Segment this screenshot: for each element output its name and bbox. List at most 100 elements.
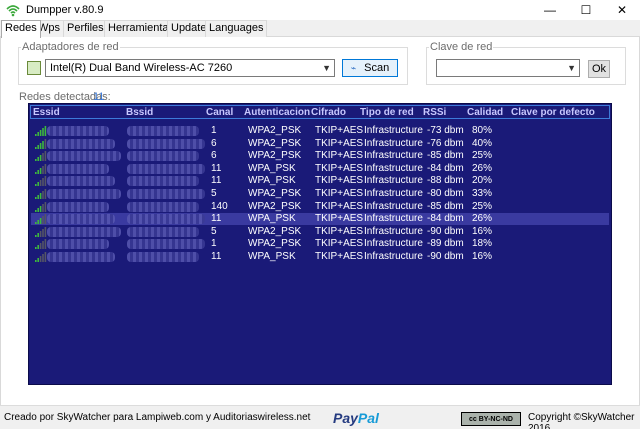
wifi-app-icon (6, 5, 20, 17)
col-calidad[interactable]: Calidad (467, 107, 503, 118)
cell-cifrado: TKIP+AES (315, 188, 364, 199)
cell-rssi: -84 dbm (427, 162, 464, 174)
signal-bar (42, 128, 44, 136)
signal-bar (39, 230, 42, 237)
col-bssid[interactable]: Bssid (126, 107, 153, 118)
network-row[interactable]: 6 WPA2_PSK TKIP+AES Infrastructure -76 dbm 40… (31, 138, 609, 150)
bssid-redacted (127, 252, 199, 262)
cell-calidad: 25% (472, 200, 493, 212)
bssid-redacted (127, 201, 199, 212)
bssid-redacted (127, 189, 205, 199)
signal-bar (42, 178, 44, 187)
cell-calidad: 26% (472, 162, 493, 174)
tab-strip: Redes Wps Perfiles Herramientas Update L… (0, 20, 640, 38)
signal-strength-icon (35, 239, 47, 250)
col-clave[interactable]: Clave por defecto (511, 107, 595, 118)
signal-bar (44, 126, 47, 136)
cell-tipo: Infrastructure (364, 251, 423, 262)
signal-bar (42, 153, 44, 162)
chevron-down-icon: ▼ (567, 63, 576, 73)
network-row[interactable]: 11 WPA_PSK TKIP+AES Infrastructure -88 dbm 20… (31, 175, 609, 187)
signal-strength-icon (35, 201, 47, 212)
bssid-redacted (127, 138, 205, 149)
cell-calidad: 25% (472, 150, 493, 162)
network-row[interactable]: 5 WPA2_PSK TKIP+AES Infrastructure -90 dbm 16… (31, 226, 609, 238)
signal-bar (35, 159, 37, 162)
bssid-redacted (127, 163, 205, 174)
bssid-redacted (127, 214, 205, 225)
network-row[interactable]: 5 WPA2_PSK TKIP+AES Infrastructure -80 dbm 33… (31, 188, 609, 200)
network-row[interactable]: 1 WPA2_PSK TKIP+AES Infrastructure -73 dbm 80… (31, 125, 609, 137)
signal-bar (35, 146, 37, 149)
cell-canal: 11 (211, 251, 222, 262)
bssid-redacted (127, 176, 199, 187)
signal-bar (44, 176, 47, 187)
cell-cifrado: TKIP+AES (315, 150, 364, 162)
signal-bar (39, 142, 42, 149)
cell-tipo: Infrastructure (364, 162, 423, 174)
tab-languages[interactable]: Languages (205, 20, 268, 37)
ok-button[interactable]: Ok (588, 60, 610, 78)
signal-bar (39, 243, 42, 250)
tab-redes[interactable]: Redes (1, 20, 41, 38)
close-button[interactable]: ✕ (604, 0, 640, 20)
cell-rssi: -85 dbm (427, 200, 464, 212)
signal-bar (37, 258, 39, 262)
credits-text: Creado por SkyWatcher para Lampiweb.com … (4, 412, 311, 423)
cell-auth: WPA2_PSK (248, 125, 302, 136)
signal-bar (39, 167, 42, 174)
cell-canal: 6 (211, 150, 217, 162)
key-label: Clave de red (429, 41, 494, 53)
networks-count: 11 (93, 91, 105, 103)
paypal-donate-link[interactable]: PayPal (333, 410, 379, 426)
cell-auth: WPA_PSK (248, 175, 296, 187)
adapters-label: Adaptadores de red (21, 41, 120, 53)
chevron-down-icon: ▼ (322, 63, 331, 73)
signal-bar (37, 182, 39, 187)
col-cifrado[interactable]: Cifrado (311, 107, 346, 118)
col-canal[interactable]: Canal (206, 107, 233, 118)
network-row[interactable]: 6 WPA2_PSK TKIP+AES Infrastructure -85 dbm 25… (31, 150, 609, 162)
tab-perfiles[interactable]: Perfiles (63, 20, 108, 37)
signal-bar (44, 189, 47, 199)
maximize-button[interactable]: ☐ (568, 0, 604, 20)
network-row[interactable]: 11 WPA_PSK TKIP+AES Infrastructure -90 dbm 16… (31, 251, 609, 263)
cell-calidad: 33% (472, 188, 493, 199)
col-essid[interactable]: Essid (33, 107, 60, 118)
col-auth[interactable]: Autenticacion (244, 107, 310, 118)
network-row[interactable]: 11 WPA_PSK TKIP+AES Infrastructure -84 dbm 26… (31, 213, 609, 226)
cell-canal: 140 (211, 200, 228, 212)
signal-strength-icon (35, 126, 47, 136)
network-row[interactable]: 11 WPA_PSK TKIP+AES Infrastructure -84 dbm 26… (31, 163, 609, 175)
cell-cifrado: TKIP+AES (315, 162, 364, 174)
cell-canal: 1 (211, 125, 217, 136)
adapter-select[interactable]: Intel(R) Dual Band Wireless-AC 7260 ▼ (45, 59, 335, 77)
cell-rssi: -84 dbm (427, 213, 464, 225)
col-tipo[interactable]: Tipo de red (360, 107, 414, 118)
cell-cifrado: TKIP+AES (315, 225, 364, 237)
footer: Creado por SkyWatcher para Lampiweb.com … (0, 405, 640, 429)
signal-bar (44, 163, 47, 174)
cell-auth: WPA2_PSK (248, 188, 302, 199)
cell-rssi: -80 dbm (427, 188, 464, 199)
essid-redacted (47, 163, 109, 174)
creative-commons-badge[interactable]: cc BY-NC-ND (461, 412, 521, 426)
tab-update[interactable]: Update (167, 20, 211, 37)
essid-redacted (47, 252, 115, 262)
signal-bar (42, 228, 44, 237)
cell-tipo: Infrastructure (364, 125, 423, 136)
cell-auth: WPA2_PSK (248, 137, 302, 149)
signal-bar (37, 220, 39, 225)
cell-auth: WPA2_PSK (248, 200, 302, 212)
col-rssi[interactable]: RSSi (423, 107, 446, 118)
cell-canal: 11 (211, 175, 222, 187)
key-select[interactable]: ▼ (436, 59, 580, 77)
cell-tipo: Infrastructure (364, 225, 423, 237)
scan-button[interactable]: ⌁ Scan (342, 59, 398, 77)
network-row[interactable]: 140 WPA2_PSK TKIP+AES Infrastructure -85 dbm… (31, 201, 609, 213)
minimize-button[interactable]: — (532, 0, 568, 20)
networks-list[interactable]: Essid Bssid Canal Autenticacion Cifrado … (28, 103, 612, 385)
network-row[interactable]: 1 WPA2_PSK TKIP+AES Infrastructure -89 dbm 18… (31, 238, 609, 250)
cell-canal: 11 (211, 213, 222, 225)
cell-rssi: -73 dbm (427, 125, 464, 136)
